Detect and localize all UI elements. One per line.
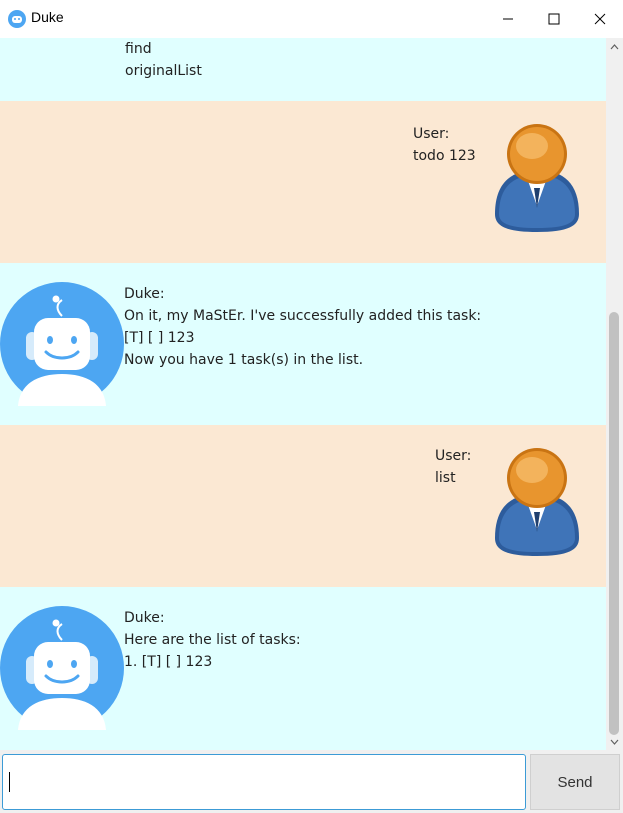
user-input-field[interactable] bbox=[2, 754, 526, 810]
message-line: Duke: bbox=[124, 286, 165, 302]
scroll-down-button[interactable] bbox=[606, 733, 623, 750]
duke-dialog: find originalList bbox=[0, 38, 606, 101]
text-caret bbox=[9, 772, 10, 792]
user-avatar bbox=[495, 124, 579, 232]
window-title: Duke bbox=[31, 9, 64, 25]
message-line: User: bbox=[413, 126, 450, 142]
duke-dialog: Duke: On it, my MaStEr. I've successfull… bbox=[0, 263, 606, 425]
chevron-down-icon bbox=[610, 739, 619, 745]
minimize-button[interactable] bbox=[485, 0, 531, 38]
message-line: list bbox=[435, 470, 456, 486]
message-line: Here are the list of tasks: bbox=[124, 632, 301, 648]
send-button[interactable]: Send bbox=[530, 754, 620, 810]
user-dialog: User: todo 123 bbox=[0, 101, 606, 263]
message-line: originalList bbox=[125, 63, 202, 79]
minimize-icon bbox=[503, 18, 513, 20]
title-bar: Duke bbox=[0, 0, 623, 39]
user-dialog: User: list bbox=[0, 425, 606, 587]
message-line: 1. [T] [ ] 123 bbox=[124, 654, 213, 670]
message-line: [T] [ ] 123 bbox=[124, 330, 195, 346]
scroll-up-button[interactable] bbox=[606, 38, 623, 55]
maximize-icon bbox=[548, 13, 560, 25]
chevron-up-icon bbox=[610, 43, 619, 49]
maximize-button[interactable] bbox=[531, 0, 577, 38]
close-icon bbox=[594, 13, 606, 25]
duke-avatar bbox=[0, 606, 124, 730]
message-line: User: bbox=[435, 448, 472, 464]
scroll-thumb[interactable] bbox=[609, 312, 619, 735]
message-line: find bbox=[125, 41, 152, 57]
duke-avatar bbox=[0, 282, 124, 406]
duke-dialog: Duke: Here are the list of tasks: 1. [T]… bbox=[0, 587, 606, 750]
message-line: Duke: bbox=[124, 610, 165, 626]
duke-app-icon bbox=[8, 10, 26, 28]
dialog-container[interactable]: find originalList User: todo 123 Duke: O… bbox=[0, 38, 606, 750]
message-line: Now you have 1 task(s) in the list. bbox=[124, 352, 364, 368]
close-button[interactable] bbox=[577, 0, 623, 38]
message-line: On it, my MaStEr. I've successfully adde… bbox=[124, 308, 482, 324]
message-line: todo 123 bbox=[413, 148, 476, 164]
user-avatar bbox=[495, 448, 579, 556]
vertical-scrollbar[interactable] bbox=[606, 38, 623, 750]
